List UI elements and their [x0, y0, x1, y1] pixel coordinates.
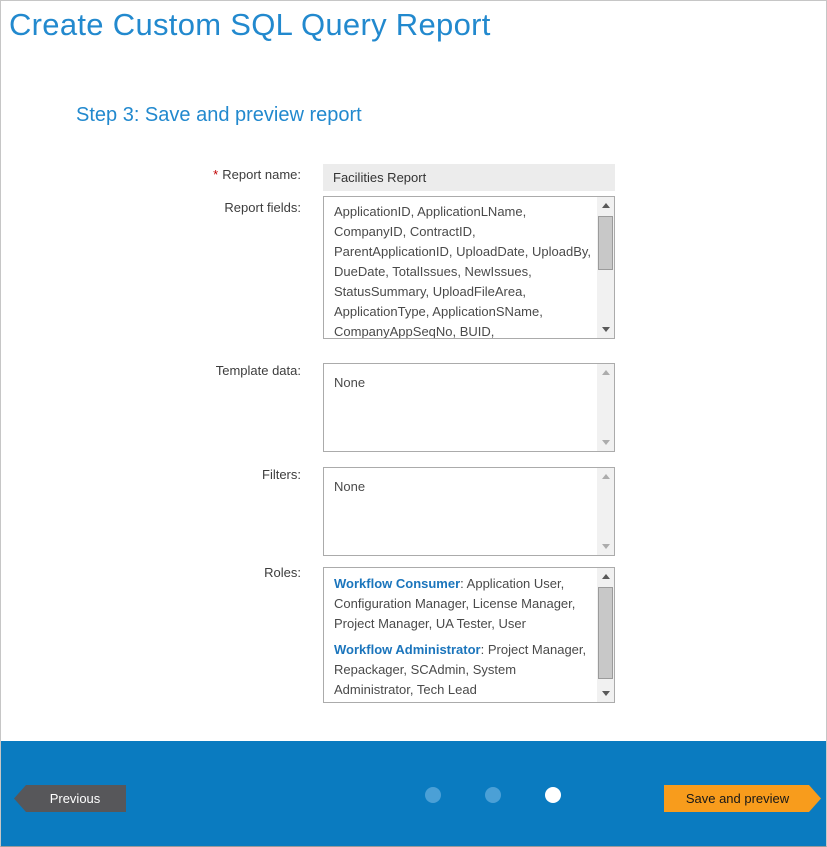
roles-label: Roles:: [91, 565, 301, 580]
step-title: Step 3: Save and preview report: [76, 104, 362, 127]
template-data-text: None: [334, 373, 592, 451]
report-fields-scrollbar[interactable]: [597, 197, 614, 338]
filters-scrollbar: [597, 468, 614, 555]
scroll-down-arrow-icon: [597, 434, 614, 451]
scroll-up-arrow-icon: [597, 364, 614, 381]
report-fields-label: Report fields:: [91, 200, 301, 215]
roles-scrollbar[interactable]: [597, 568, 614, 702]
scrollbar-thumb[interactable]: [598, 216, 613, 270]
step-dot-3: [545, 787, 561, 803]
template-data-scrollbar: [597, 364, 614, 451]
role-group-name: Workflow Consumer: [334, 576, 460, 591]
report-name-label: Report name:: [222, 167, 301, 182]
roles-box[interactable]: Workflow Consumer: Application User, Con…: [323, 567, 615, 703]
scroll-up-arrow-icon: [597, 468, 614, 485]
previous-button[interactable]: Previous: [14, 785, 126, 812]
report-name-label-row: * Report name:: [91, 167, 301, 182]
required-asterisk: *: [213, 167, 218, 182]
scroll-down-arrow-icon[interactable]: [597, 685, 614, 702]
role-group: Workflow Consumer: Application User, Con…: [334, 574, 592, 634]
filters-label: Filters:: [91, 467, 301, 482]
scroll-up-arrow-icon[interactable]: [597, 568, 614, 585]
footer-bar: Previous Save and preview: [1, 741, 826, 846]
scroll-down-arrow-icon[interactable]: [597, 321, 614, 338]
save-and-preview-button[interactable]: Save and preview: [664, 785, 821, 812]
scroll-up-arrow-icon[interactable]: [597, 197, 614, 214]
role-group: Workflow Administrator: Project Manager,…: [334, 640, 592, 700]
report-fields-text: ApplicationID, ApplicationLName, Company…: [334, 202, 592, 338]
create-report-page: Create Custom SQL Query Report Step 3: S…: [0, 0, 827, 847]
page-title: Create Custom SQL Query Report: [9, 7, 491, 43]
step-indicator: [425, 787, 561, 803]
step-dot-1: [425, 787, 441, 803]
report-fields-box[interactable]: ApplicationID, ApplicationLName, Company…: [323, 196, 615, 339]
role-group-name: Workflow Administrator: [334, 642, 481, 657]
step-dot-2: [485, 787, 501, 803]
report-name-input[interactable]: [323, 164, 615, 191]
filters-text: None: [334, 477, 592, 555]
scroll-down-arrow-icon: [597, 538, 614, 555]
filters-box: None: [323, 467, 615, 556]
roles-text: Workflow Consumer: Application User, Con…: [334, 574, 592, 702]
scrollbar-thumb[interactable]: [598, 587, 613, 679]
template-data-box: None: [323, 363, 615, 452]
template-data-label: Template data:: [91, 363, 301, 378]
